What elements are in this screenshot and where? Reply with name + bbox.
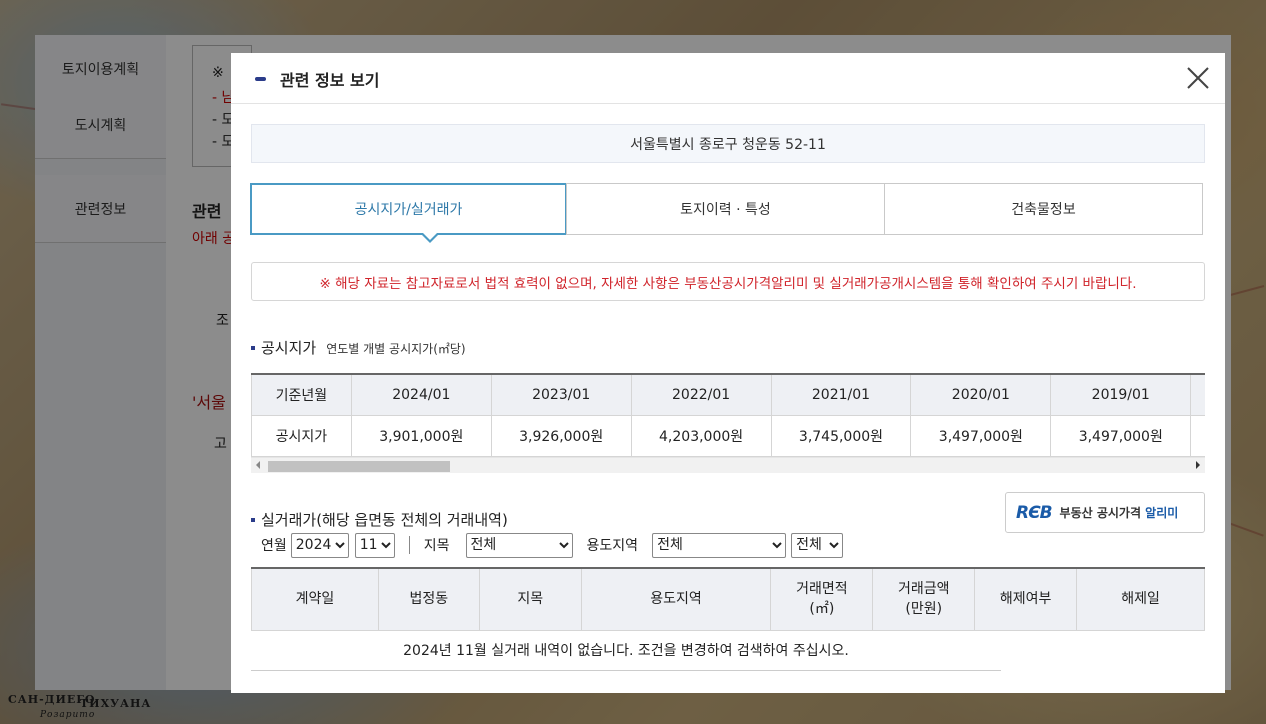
- table-cell: 3,745,000원: [770, 414, 912, 457]
- address-text: 서울특별시 종로구 청운동 52-11: [630, 136, 826, 153]
- notice-text: ※ 해당 자료는 참고자료로서 법적 효력이 없으며, 자세한 사항은 부동산공…: [319, 275, 1137, 292]
- land-price-table-wrap: 기준년월 2024/01 2023/01 2022/01 2021/01 202…: [251, 373, 1205, 457]
- title-bullet: [255, 77, 266, 81]
- scroll-right-icon[interactable]: [1196, 461, 1200, 469]
- table-header-cell: 2021/01: [770, 373, 912, 416]
- table-cell: 3,901,000원: [350, 414, 492, 457]
- section-bullet: [251, 346, 255, 350]
- table-header-cell: 2020/01: [910, 373, 1052, 416]
- reb-logo-icon: RЄB: [1016, 502, 1053, 523]
- section-title: 공시지가: [261, 339, 317, 357]
- tab-label: 건축물정보: [1011, 202, 1076, 218]
- month-select[interactable]: 11: [354, 532, 395, 558]
- table-header-cell: 기준년월: [251, 373, 352, 416]
- table-cell: 3,497,000원: [910, 414, 1052, 457]
- table-header-cell: 2019/01: [1050, 373, 1192, 416]
- table-header-cell: 거래면적 (㎡): [770, 567, 874, 631]
- horizontal-scrollbar[interactable]: [251, 457, 1205, 473]
- tab-bar: 공시지가/실거래가 토지이력 · 특성 건축물정보: [250, 183, 1204, 243]
- scroll-left-icon[interactable]: [256, 461, 260, 469]
- address-bar: 서울특별시 종로구 청운동 52-11: [251, 124, 1205, 163]
- active-tab-pointer-inner: [422, 232, 438, 240]
- table-header-cell: 거래금액 (만원): [872, 567, 976, 631]
- section-title: 실거래가(해당 읍면동 전체의 거래내역): [261, 511, 508, 529]
- table-header-cell: 해제일: [1076, 567, 1205, 631]
- table-header-cell: 지목: [478, 567, 582, 631]
- reb-logo-text: 부동산 공시가격 알리미: [1060, 504, 1179, 521]
- period-label: 연월: [261, 538, 287, 554]
- tab-land-price[interactable]: 공시지가/실거래가: [250, 183, 567, 235]
- table-row: 계약일 법정동 지목 용도지역 거래면적 (㎡) 거래금액 (만원) 해제여부 …: [251, 567, 1205, 631]
- tab-label: 공시지가/실거래가: [354, 202, 463, 218]
- land-type-label: 지목: [423, 538, 450, 554]
- transaction-filters: 연월 2024 11 지목 전체 용도지역 전체 전체: [261, 532, 844, 558]
- modal-header: 관련 정보 보기: [231, 53, 1225, 104]
- reb-text-prefix: 부동산 공시가격: [1059, 506, 1146, 520]
- scroll-thumb[interactable]: [268, 461, 450, 472]
- table-cell: 3,926,000원: [490, 414, 632, 457]
- tab-land-history[interactable]: 토지이력 · 특성: [566, 183, 885, 235]
- table-cell: [1190, 414, 1205, 457]
- related-info-modal: 관련 정보 보기 서울특별시 종로구 청운동 52-11 공시지가/실거래가 토…: [231, 53, 1225, 693]
- land-type-select[interactable]: 전체: [465, 532, 573, 558]
- table-header-cell: 계약일: [251, 567, 379, 631]
- table-header-cell: 용도지역: [580, 567, 772, 631]
- table-header-cell: 2022/01: [630, 373, 772, 416]
- disclaimer-notice: ※ 해당 자료는 참고자료로서 법적 효력이 없으며, 자세한 사항은 부동산공…: [251, 262, 1205, 301]
- zone-label: 용도지역: [586, 538, 639, 554]
- zone-detail-select[interactable]: 전체: [791, 532, 844, 558]
- empty-text: 2024년 11월 실거래 내역이 없습니다. 조건을 변경하여 검색하여 주십…: [403, 642, 849, 659]
- table-header-cell: 해제여부: [974, 567, 1078, 631]
- table-row-header: 공시지가: [251, 414, 352, 457]
- empty-results-message: 2024년 11월 실거래 내역이 없습니다. 조건을 변경하여 검색하여 주십…: [251, 629, 1001, 671]
- transactions-heading: 실거래가(해당 읍면동 전체의 거래내역): [251, 509, 508, 530]
- transaction-table: 계약일 법정동 지목 용도지역 거래면적 (㎡) 거래금액 (만원) 해제여부 …: [251, 567, 1205, 631]
- table-row: 공시지가 3,901,000원 3,926,000원 4,203,000원 3,…: [251, 414, 1205, 457]
- tab-building-info[interactable]: 건축물정보: [884, 183, 1203, 235]
- year-select[interactable]: 2024: [290, 532, 349, 558]
- table-header-cell: 2024/01: [350, 373, 492, 416]
- table-row: 기준년월 2024/01 2023/01 2022/01 2021/01 202…: [251, 373, 1205, 416]
- modal-title: 관련 정보 보기: [280, 71, 380, 90]
- table-header-cell: [1190, 373, 1205, 416]
- land-price-heading: 공시지가 연도별 개별 공시지가(㎡당): [251, 337, 466, 358]
- land-price-table: 기준년월 2024/01 2023/01 2022/01 2021/01 202…: [251, 373, 1205, 457]
- table-header-cell: 2023/01: [490, 373, 632, 416]
- reb-text-highlight: 알리미: [1145, 506, 1179, 520]
- reb-price-alimi-link[interactable]: RЄB 부동산 공시가격 알리미: [1005, 492, 1205, 533]
- section-subtitle: 연도별 개별 공시지가(㎡당): [326, 342, 466, 356]
- section-bullet: [251, 518, 255, 522]
- tab-label: 토지이력 · 특성: [680, 202, 771, 218]
- close-icon: [1187, 67, 1209, 89]
- close-button[interactable]: [1185, 65, 1211, 91]
- filter-divider: [408, 536, 410, 554]
- zone-select[interactable]: 전체: [652, 532, 787, 558]
- table-cell: 3,497,000원: [1050, 414, 1192, 457]
- table-cell: 4,203,000원: [630, 414, 772, 457]
- table-header-cell: 법정동: [377, 567, 480, 631]
